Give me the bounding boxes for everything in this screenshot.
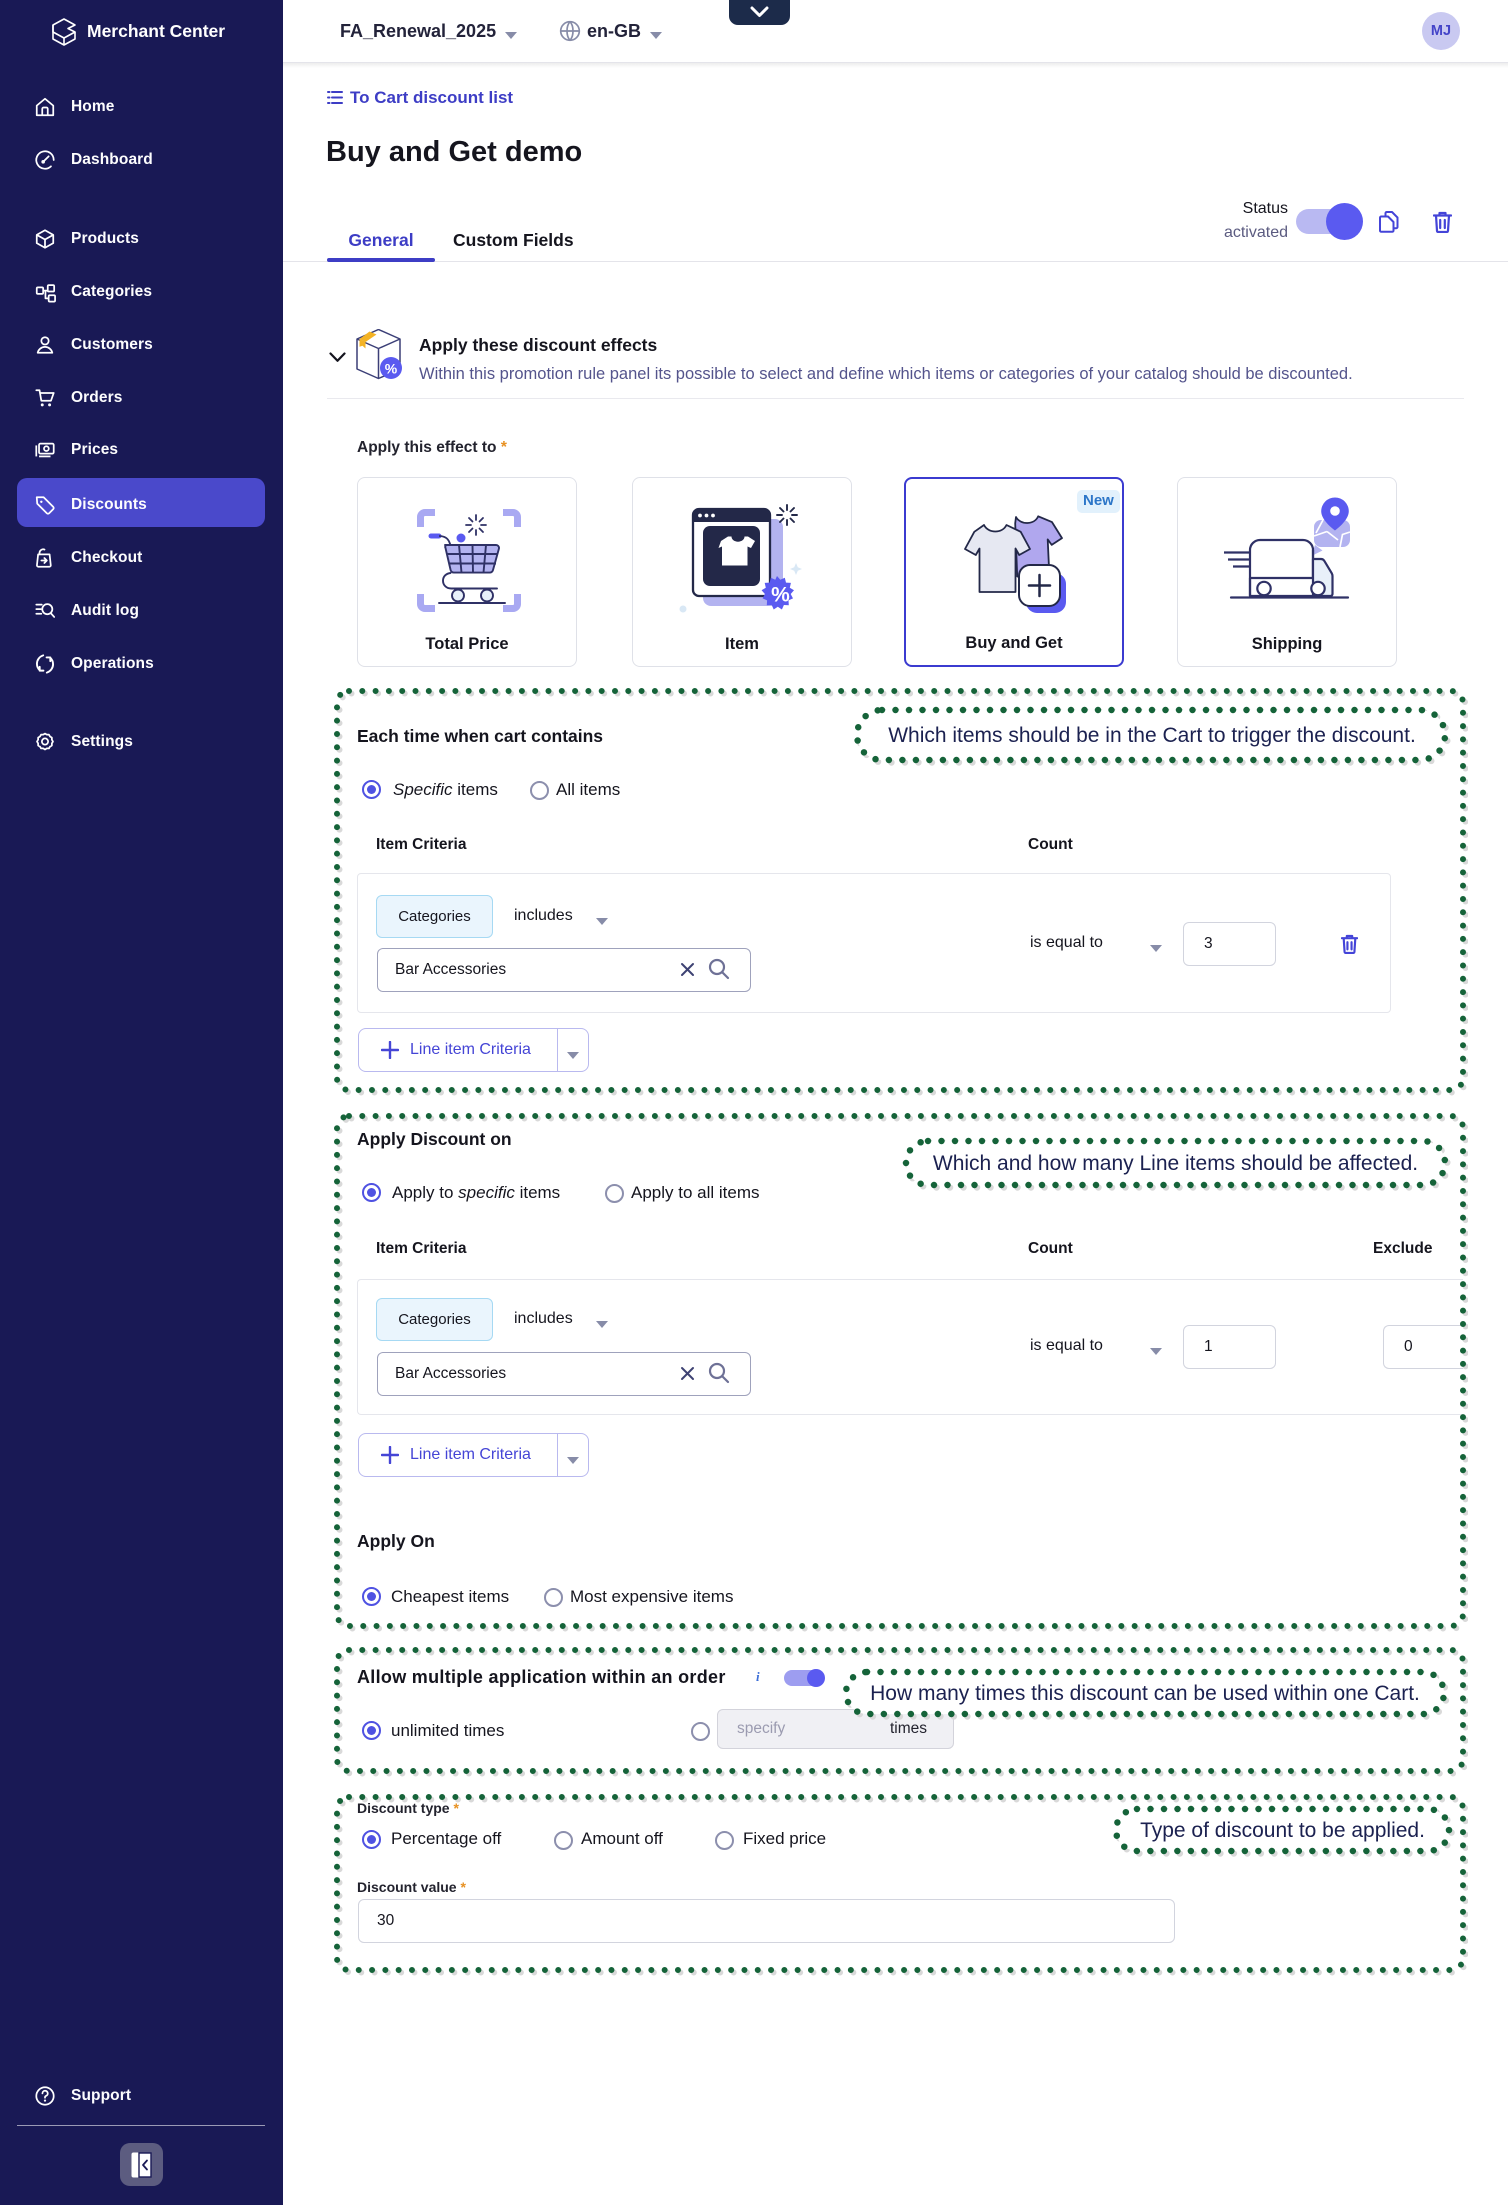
svg-text:%: % <box>385 361 398 377</box>
svg-text:%: % <box>771 584 790 607</box>
